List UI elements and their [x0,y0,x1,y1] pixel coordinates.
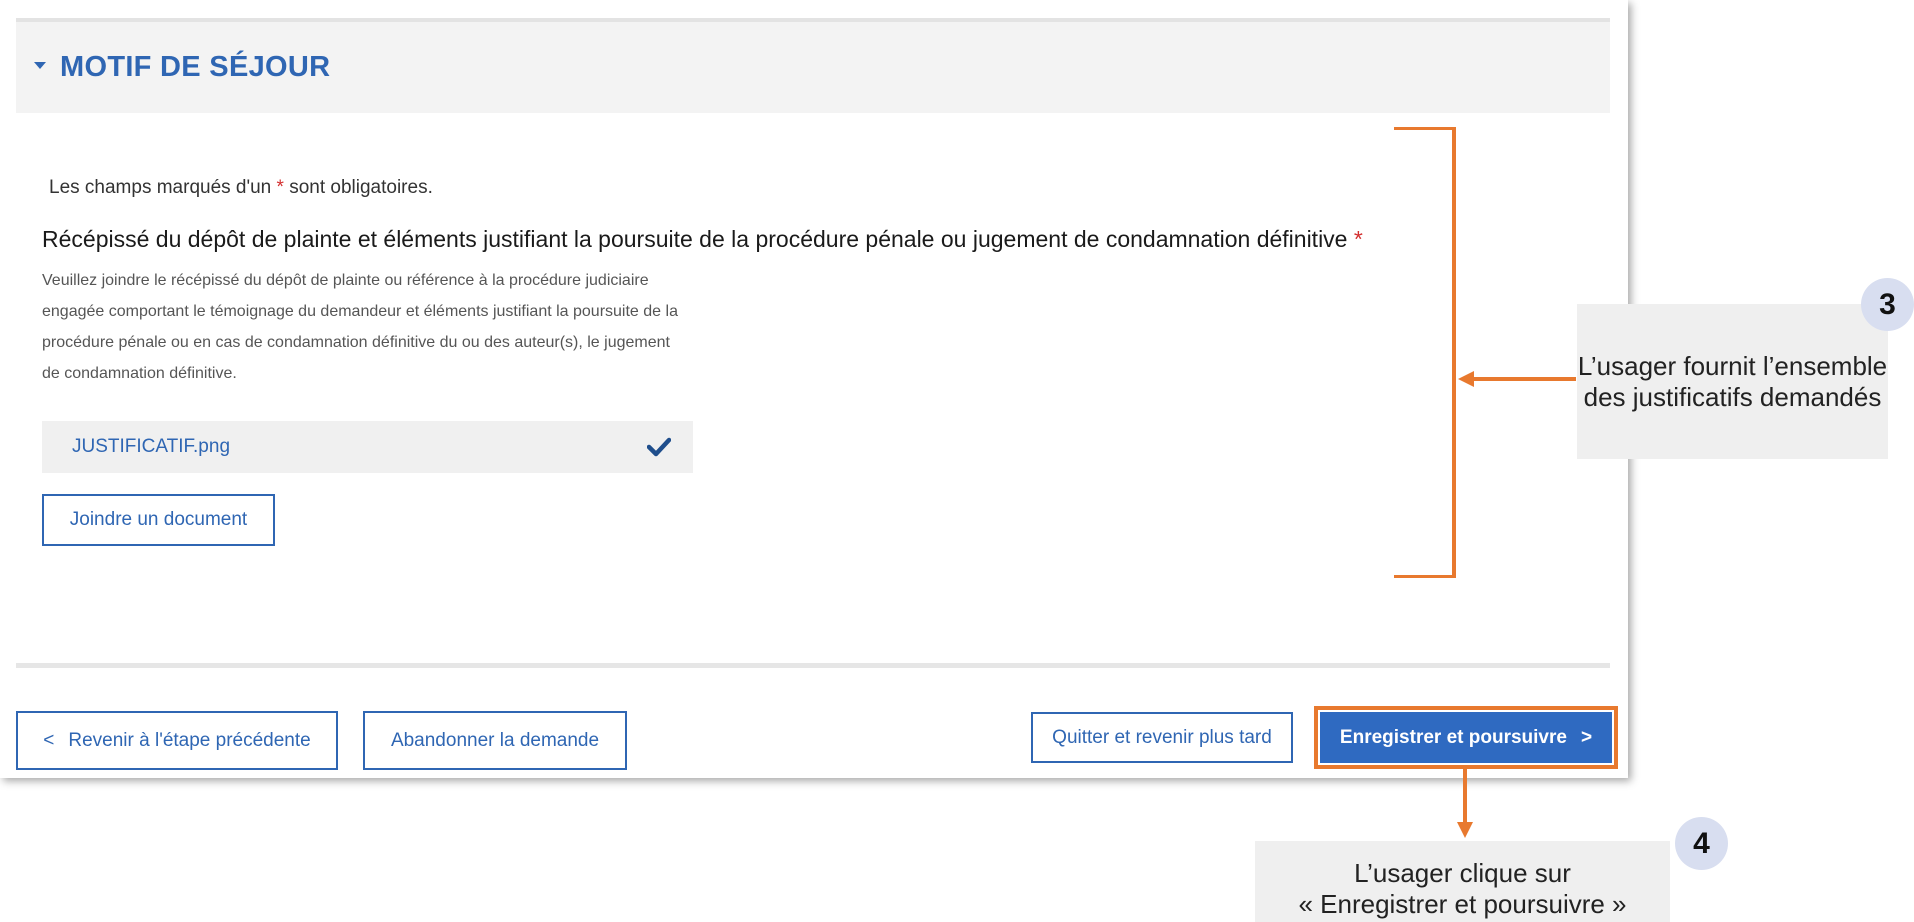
step-badge-4: 4 [1675,817,1728,870]
arrow-down-icon [1457,822,1473,838]
annotation-step-3: L’usager fournit l’ensemble des justific… [1577,304,1888,459]
annotation-step-4: L’usager clique sur « Enregistrer et pou… [1255,841,1670,922]
annotation-step-4-line2: « Enregistrer et poursuivre » [1298,888,1627,919]
step-badge-3: 3 [1861,278,1914,331]
annotation-arrows [1457,371,1576,838]
arrow-left-icon [1458,371,1474,387]
annotation-step-4-line1: L’usager clique sur [1354,857,1571,888]
